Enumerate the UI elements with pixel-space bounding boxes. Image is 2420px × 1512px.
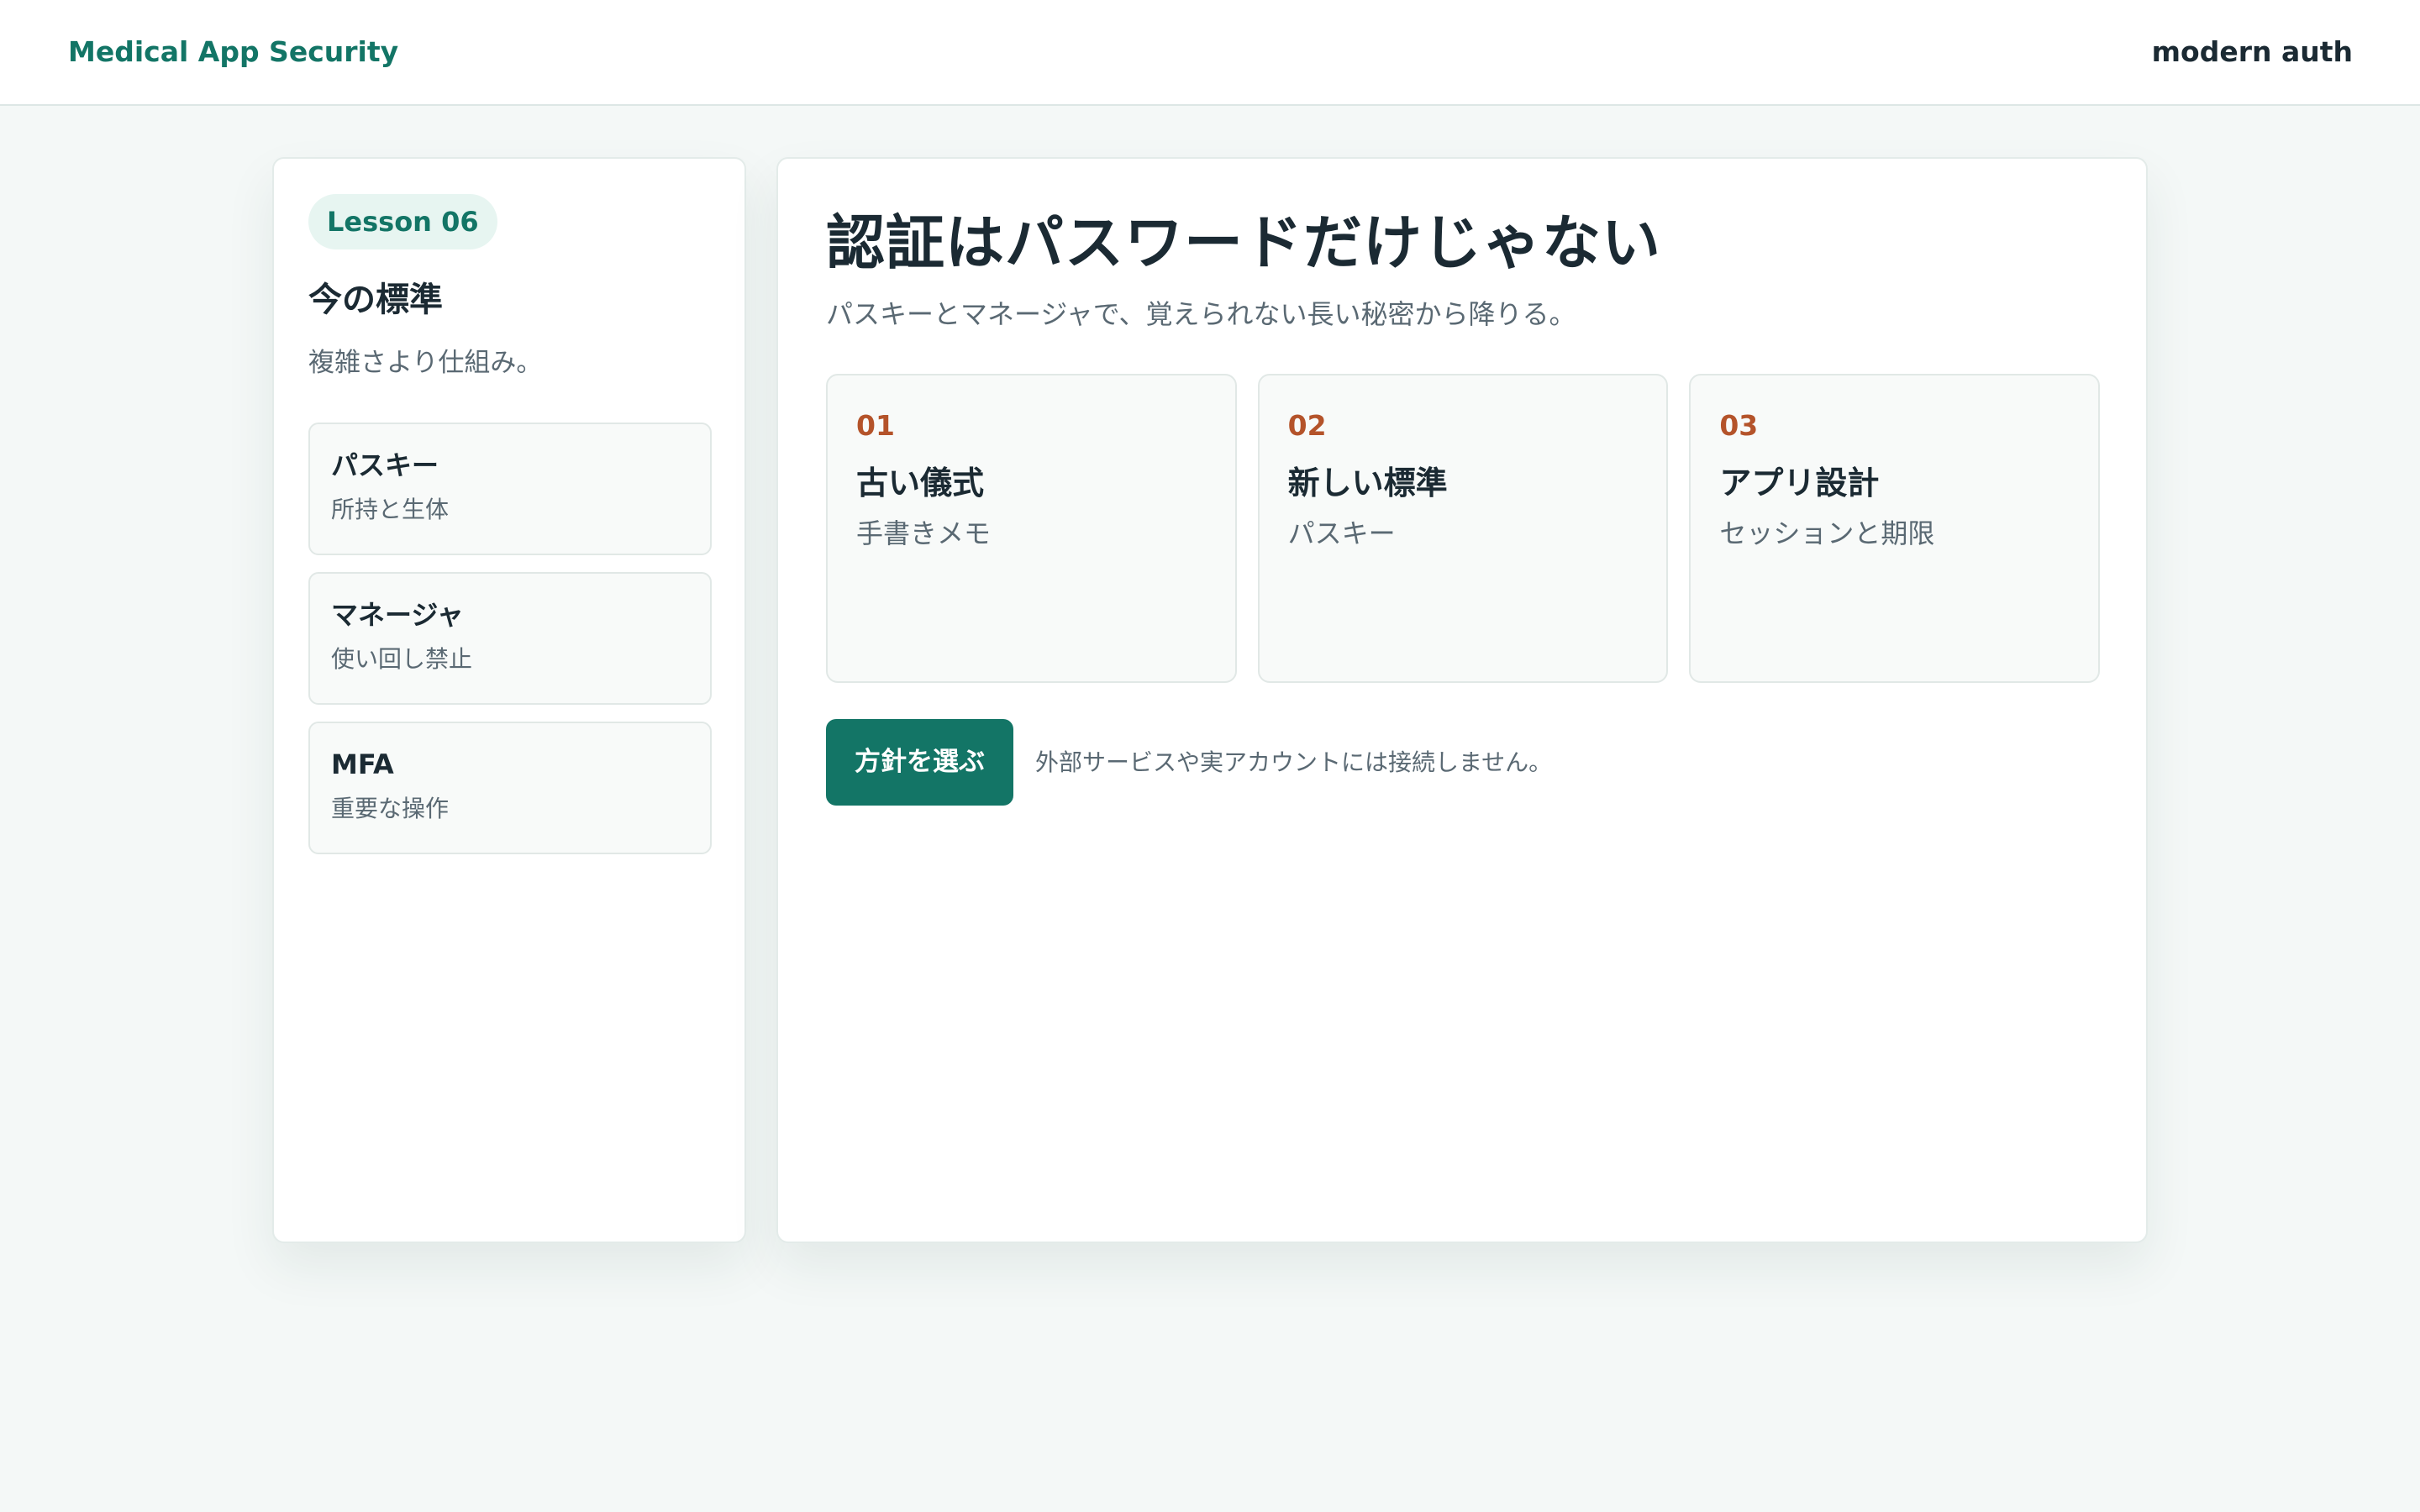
sidebar-item-desc: 重要な操作 <box>331 795 450 822</box>
step-desc: パスキー <box>1287 517 1396 549</box>
main-panel: 認証はパスワードだけじゃない パスキーとマネージャで、覚えられない長い秘密から降… <box>776 157 2148 1243</box>
step-card-old-ritual[interactable]: 01 古い儀式 手書きメモ <box>826 374 1237 683</box>
sidebar-subheading: 複雑さより仕組み。 <box>308 348 543 378</box>
sidebar-list: パスキー 所持と生体 マネージャ 使い回し禁止 MFA 重要な操作 <box>308 423 712 871</box>
step-title: 古い儀式 <box>856 465 985 501</box>
sidebar-item-desc: 使い回し禁止 <box>331 645 473 673</box>
sidebar-item-title: マネージャ <box>331 599 464 631</box>
header-right-label: modern auth <box>2151 35 2353 68</box>
sidebar-item-manager[interactable]: マネージャ 使い回し禁止 <box>308 572 712 705</box>
action-row: 方針を選ぶ 外部サービスや実アカウントには接続しません。 <box>826 719 1552 806</box>
step-desc: 手書きメモ <box>856 517 992 549</box>
step-title: 新しい標準 <box>1287 465 1448 501</box>
step-title: アプリ設計 <box>1719 465 1880 501</box>
step-number: 02 <box>1287 409 1327 442</box>
lesson-badge: Lesson 06 <box>308 194 497 249</box>
page-title: 認証はパスワードだけじゃない <box>826 208 1661 277</box>
app-brand[interactable]: Medical App Security <box>68 32 398 72</box>
sidebar-item-title: MFA <box>331 748 394 780</box>
offline-note: 外部サービスや実アカウントには接続しません。 <box>1035 748 1553 776</box>
step-desc: セッションと期限 <box>1719 517 1935 549</box>
step-card-app-design[interactable]: 03 アプリ設計 セッションと期限 <box>1689 374 2101 683</box>
step-card-new-standard[interactable]: 02 新しい標準 パスキー <box>1257 374 1669 683</box>
step-number: 01 <box>856 409 895 442</box>
sidebar-item-title: パスキー <box>331 449 439 481</box>
choose-policy-button[interactable]: 方針を選ぶ <box>826 719 1013 806</box>
sidebar-item-passkey[interactable]: パスキー 所持と生体 <box>308 423 712 555</box>
step-cards: 01 古い儀式 手書きメモ 02 新しい標準 パスキー 03 アプリ設計 セッシ… <box>826 374 2101 683</box>
sidebar-item-desc: 所持と生体 <box>331 496 450 523</box>
sidebar-panel: Lesson 06 今の標準 複雑さより仕組み。 パスキー 所持と生体 マネージ… <box>272 157 746 1243</box>
step-number: 03 <box>1719 409 1759 442</box>
sidebar-item-mfa[interactable]: MFA 重要な操作 <box>308 722 712 854</box>
sidebar-heading: 今の標準 <box>308 281 443 319</box>
page-subtitle: パスキーとマネージャで、覚えられない長い秘密から降りる。 <box>826 298 1576 330</box>
top-bar: Medical App Security modern auth <box>0 0 2420 106</box>
